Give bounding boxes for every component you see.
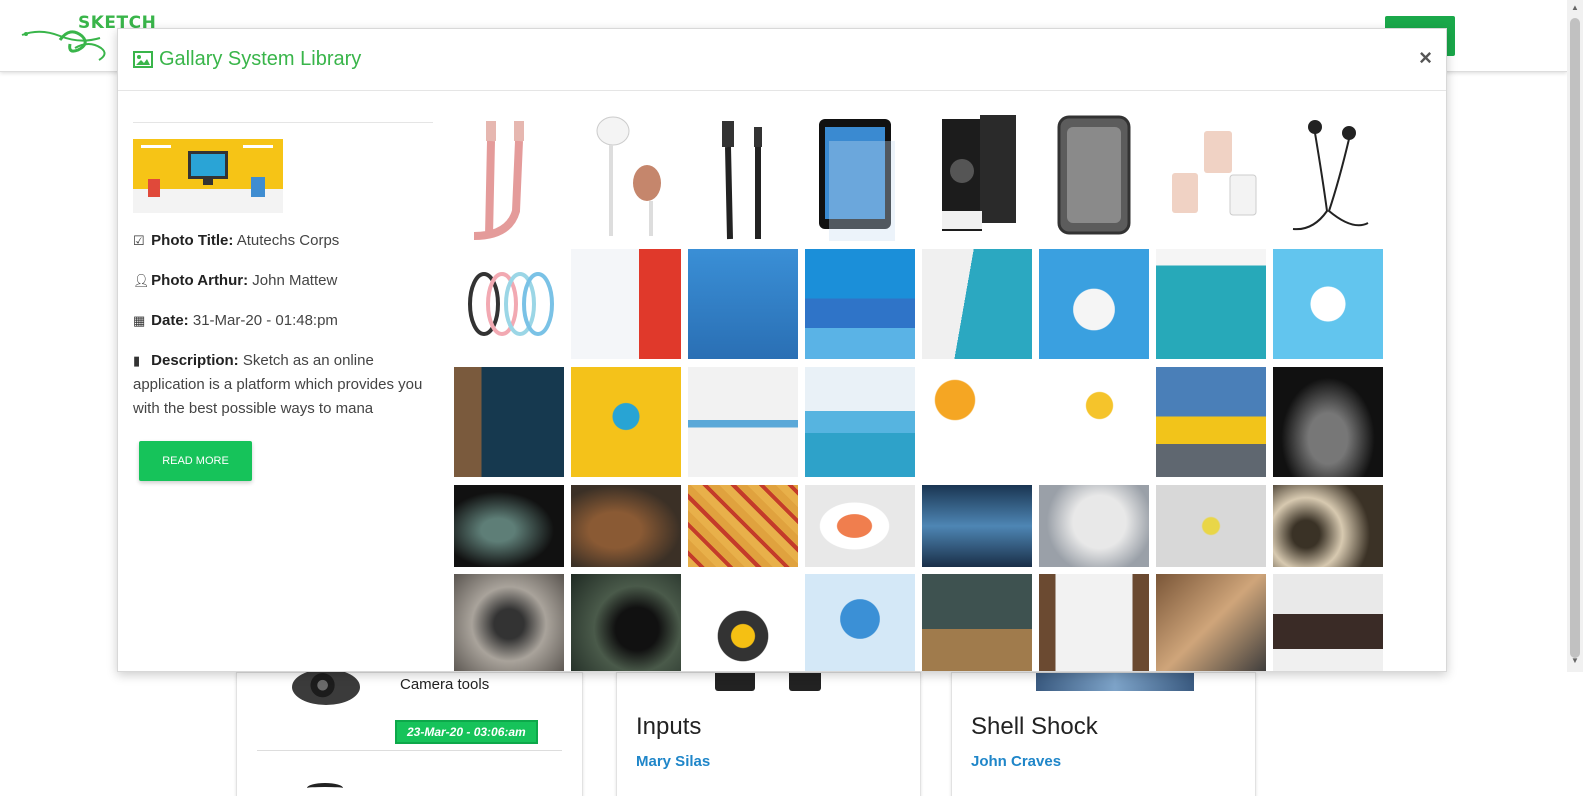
image-icon [133,51,153,68]
close-button[interactable]: × [1419,45,1432,71]
modal-header: Gallary System Library × [118,29,1446,91]
photo-date-label: Date: [151,312,189,329]
card-title[interactable]: Inputs [636,713,701,741]
check-square-icon: ☑ [133,233,145,248]
gallery-thumb-cookies[interactable] [571,485,681,567]
gallery-thumb-web-design-yellow[interactable] [571,367,681,477]
scroll-up-icon[interactable]: ▲ [1571,3,1579,12]
gallery-thumb-cables-colored[interactable] [454,249,564,359]
gallery-thumb-earphone-black[interactable] [1273,111,1383,241]
read-more-button[interactable]: READ MORE [139,441,252,481]
photo-title-value: Atutechs Corps [236,232,340,249]
camera-lens-thumbnail [292,669,360,705]
gallery-thumb-books-chalkboard[interactable] [922,574,1032,671]
gallery-thumb-camera-flowers[interactable] [1156,485,1266,567]
card-image [789,673,821,691]
gallery-thumb-yellow-sports-car[interactable] [1156,367,1266,477]
gallery-modal: Gallary System Library × ☑ Photo Title: … [117,28,1447,672]
card-author-link[interactable]: John Craves [971,753,1061,770]
gallery-thumb-usb-cable-black[interactable] [688,111,798,241]
gallery-thumb-web-design-dark[interactable] [454,367,564,477]
photo-author-label: Photo Arthur: [151,272,249,289]
gallery-thumb-usb-cable-rose[interactable] [454,111,564,241]
photo-author-row: 👤︎ Photo Arthur: John Mattew [133,269,423,293]
gallery-thumb-support-laptop[interactable] [688,574,798,671]
gallery-thumb-camera-desk[interactable] [922,485,1032,567]
gallery-thumb-web-development-icons[interactable] [1039,249,1149,359]
gallery-thumb-responsive-web-design[interactable] [688,249,798,359]
gallery-thumb-seo-affordable-website[interactable] [805,249,915,359]
gallery-thumb-earphone-rose[interactable] [571,111,681,241]
photo-author-value: John Mattew [252,272,338,289]
gallery-thumb-phone-case-box[interactable] [922,111,1032,241]
inputs-card[interactable]: Inputs Mary Silas [616,672,921,796]
user-icon: 👤︎ [133,273,150,288]
card-image [715,673,755,691]
gallery-thumb-web-design-banner[interactable] [1156,249,1266,359]
gallery-thumb-planning-notebook[interactable] [1039,574,1149,671]
shell-shock-card[interactable]: Shell Shock John Craves [951,672,1256,796]
gallery-thumb-web-design-solution[interactable] [571,249,681,359]
gallery-thumb-graduation-globe[interactable] [805,574,915,671]
photo-description-row: ▮ Description: Sketch as an online appli… [133,349,423,421]
modal-title: Gallary System Library [133,48,361,71]
selected-photo-preview[interactable] [133,139,283,213]
photo-date-value: 31-Mar-20 - 01:48:pm [192,312,338,329]
gallery-thumb-camera-closeup[interactable] [571,574,681,671]
card-author-link[interactable]: Mary Silas [636,753,710,770]
photo-date-row: ▦ Date: 31-Mar-20 - 01:48:pm [133,309,423,333]
gallery-thumb-dancer[interactable] [1039,485,1149,567]
calendar-icon: ▦ [133,313,146,328]
card-title[interactable]: Shell Shock [971,713,1098,741]
graduation-cap-icon [307,783,343,793]
gallery-thumb-green-car-night[interactable] [454,485,564,567]
gallery-thumb-bitcoin-key[interactable] [1039,367,1149,477]
modal-title-text: Gallary System Library [159,48,362,70]
camera-tools-card[interactable]: Camera tools 23-Mar-20 - 03:06:am [236,669,583,796]
gallery-thumb-phone-case-clear[interactable] [1039,111,1149,241]
card-title[interactable]: Camera tools [400,676,489,693]
gallery-thumb-responsive-design-teal[interactable] [922,249,1032,359]
card-image [1036,673,1194,691]
gallery-thumb-otg-adapters[interactable] [1156,111,1266,241]
gallery-thumb-seo-programming[interactable] [805,367,915,477]
gallery-thumb-team-laptop[interactable] [1273,574,1383,671]
scroll-down-icon[interactable]: ▼ [1571,656,1579,665]
gallery-thumb-app-development[interactable] [688,367,798,477]
page-scrollbar[interactable]: ▲ ▼ [1567,0,1583,672]
gallery-thumb-vintage-camera[interactable] [454,574,564,671]
gallery-thumb-camera-lenses[interactable] [1273,485,1383,567]
date-badge: 23-Mar-20 - 03:06:am [395,720,538,744]
photo-title-label: Photo Title: [151,232,234,249]
photo-title-row: ☑ Photo Title: Atutechs Corps [133,229,423,253]
gallery-thumb-tablet-shellshock[interactable] [805,111,915,241]
gallery-thumb-dark-sports-car[interactable] [1273,367,1383,477]
divider [257,750,562,751]
divider [133,122,433,123]
gallery-thumb-handshake-laptop[interactable] [1156,574,1266,671]
scrollbar-thumb[interactable] [1570,18,1580,658]
gallery-thumb-bitcoin-chart[interactable] [922,367,1032,477]
gallery-thumb-snacks[interactable] [688,485,798,567]
book-icon: ▮ [133,353,141,368]
gallery-thumb-salmon-dish[interactable] [805,485,915,567]
gallery-thumb-seo-circle[interactable] [1273,249,1383,359]
photo-description-label: Description: [151,352,239,369]
